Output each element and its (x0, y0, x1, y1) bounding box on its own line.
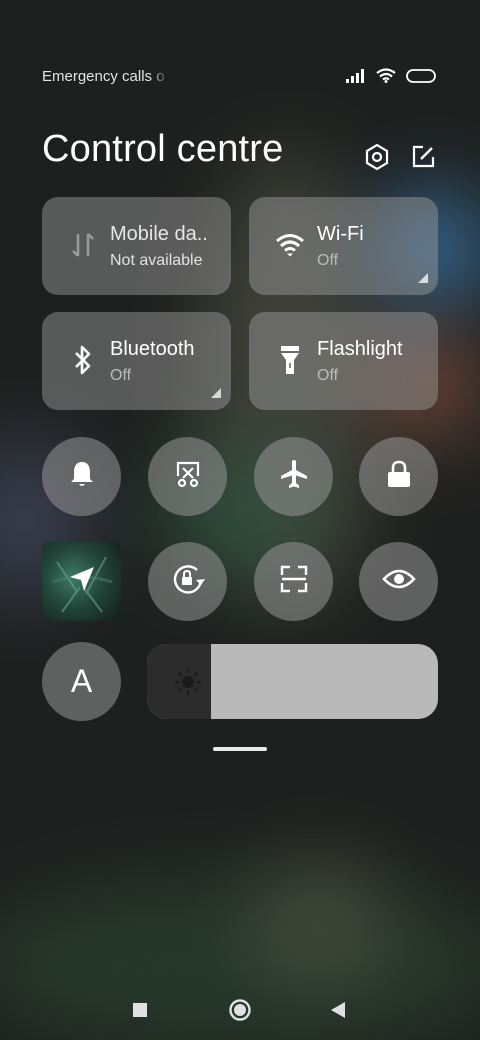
airplane-icon (278, 458, 310, 495)
sun-icon (173, 667, 203, 697)
back-button[interactable] (316, 990, 360, 1034)
mobile-data-icon (68, 229, 98, 261)
scanner-toggle[interactable] (254, 542, 333, 621)
reading-mode-toggle[interactable] (359, 542, 438, 621)
expand-corner-icon[interactable] (211, 388, 221, 398)
tile-label: Bluetooth (110, 338, 195, 360)
tile-label: Wi-Fi (317, 223, 364, 245)
tile-label: Mobile da.. (110, 223, 208, 245)
carrier-status-text: Emergency calls o (42, 68, 165, 85)
eye-icon (381, 567, 416, 596)
bluetooth-tile[interactable]: Bluetooth Off (42, 312, 231, 410)
location-icon (68, 565, 96, 598)
location-toggle[interactable] (42, 542, 121, 621)
home-button[interactable] (218, 990, 262, 1034)
home-icon (228, 998, 252, 1027)
brightness-slider[interactable] (147, 644, 438, 719)
battery-icon (406, 68, 436, 88)
recents-icon (132, 1002, 148, 1023)
wifi-icon (275, 229, 305, 261)
edit-button[interactable] (408, 144, 438, 174)
status-bar: Emergency calls o (42, 60, 436, 92)
edit-icon (410, 144, 436, 175)
auto-rotate-icon (170, 561, 206, 602)
tile-status: Off (317, 367, 339, 384)
wifi-tile[interactable]: Wi-Fi Off (249, 197, 438, 295)
mobile-data-tile[interactable]: Mobile da.. Not available (42, 197, 231, 295)
navigation-bar (0, 990, 480, 1034)
recents-button[interactable] (118, 990, 162, 1034)
auto-rotate-toggle[interactable] (148, 542, 227, 621)
tile-status: Not available (110, 252, 203, 269)
signal-icon (346, 68, 366, 88)
lock-icon (386, 459, 412, 494)
tile-status: Off (317, 252, 339, 269)
auto-brightness-toggle[interactable]: A (42, 642, 121, 721)
settings-button[interactable] (362, 143, 392, 176)
flashlight-tile[interactable]: Flashlight Off (249, 312, 438, 410)
tile-label: Flashlight (317, 338, 403, 360)
airplane-mode-toggle[interactable] (254, 437, 333, 516)
screen-cast-toggle[interactable] (148, 437, 227, 516)
bluetooth-icon (68, 344, 98, 376)
expand-corner-icon[interactable] (418, 273, 428, 283)
wifi-icon (376, 68, 396, 88)
flashlight-icon (275, 344, 305, 376)
page-title: Control centre (42, 128, 284, 170)
bell-icon (68, 459, 96, 494)
back-icon (330, 1001, 346, 1024)
ring-mode-toggle[interactable] (42, 437, 121, 516)
lock-screen-toggle[interactable] (359, 437, 438, 516)
auto-brightness-icon: A (70, 663, 93, 699)
settings-icon (364, 143, 390, 176)
scan-icon (279, 564, 309, 599)
tile-status: Off (110, 367, 132, 384)
drag-handle[interactable] (213, 747, 267, 751)
screen-cast-icon (173, 459, 203, 494)
